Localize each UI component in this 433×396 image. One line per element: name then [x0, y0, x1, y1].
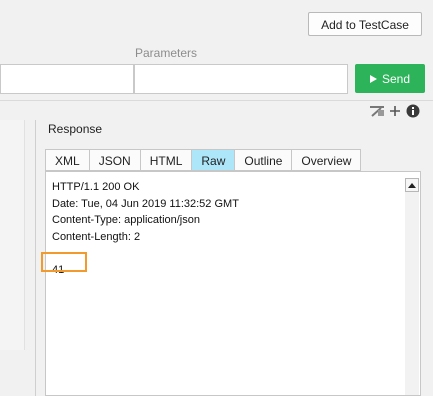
left-panel [0, 120, 25, 350]
vertical-scrollbar[interactable] [405, 178, 419, 395]
response-line: Content-Type: application/json [52, 214, 200, 226]
play-icon [369, 72, 377, 86]
raw-response-area[interactable]: HTTP/1.1 200 OK Date: Tue, 04 Jun 2019 1… [45, 171, 421, 396]
tab-outline[interactable]: Outline [234, 149, 293, 171]
tab-html[interactable]: HTML [139, 149, 193, 171]
parameters-label: Parameters [135, 46, 198, 60]
send-button[interactable]: Send [355, 64, 425, 93]
request-input[interactable] [0, 64, 134, 94]
body-highlight [41, 252, 87, 272]
toolbar-divider [0, 100, 433, 101]
add-to-testcase-button[interactable]: Add to TestCase [308, 12, 422, 36]
response-line: HTTP/1.1 200 OK [52, 181, 140, 193]
parameters-input[interactable] [134, 64, 348, 94]
send-button-label: Send [381, 71, 411, 86]
response-tools [370, 104, 420, 121]
tab-raw[interactable]: Raw [191, 149, 236, 171]
format-icon[interactable] [370, 105, 384, 120]
response-line: Content-Length: 2 [52, 230, 141, 243]
info-icon[interactable] [406, 104, 420, 121]
response-line: Date: Tue, 04 Jun 2019 11:32:52 GMT [52, 197, 239, 210]
response-title: Response [48, 122, 103, 136]
tab-overview[interactable]: Overview [291, 149, 362, 171]
panel-separator [35, 120, 36, 396]
response-tabs: XML JSON HTML Raw Outline Overview [45, 149, 362, 171]
scroll-up-arrow-icon[interactable] [405, 178, 419, 192]
tab-json[interactable]: JSON [88, 149, 141, 171]
plus-icon[interactable] [389, 105, 401, 120]
tab-xml[interactable]: XML [45, 149, 90, 171]
